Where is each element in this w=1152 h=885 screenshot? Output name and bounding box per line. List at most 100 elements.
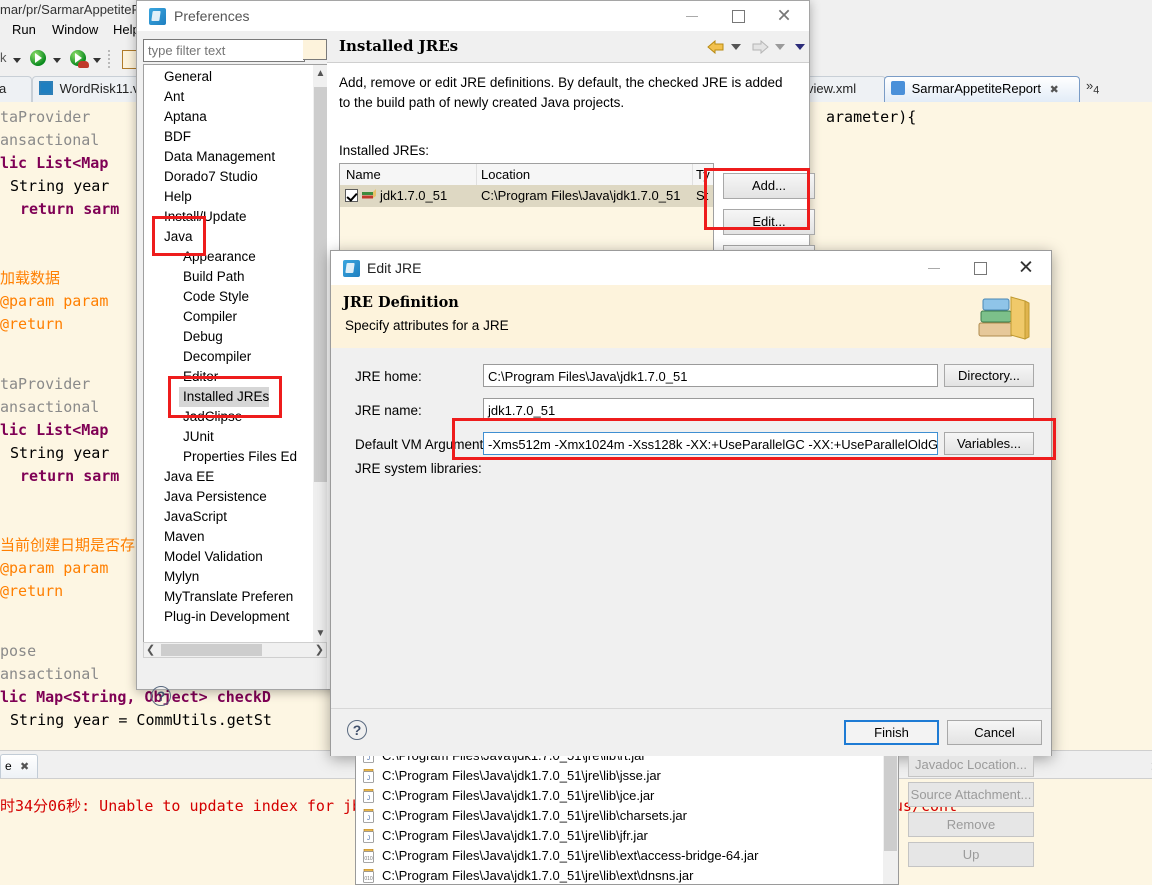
tree-item-data-management[interactable]: Data Management [160,147,275,167]
add-jre-button[interactable]: Add... [723,173,815,199]
svg-text:J: J [367,836,370,842]
editor-tab-a[interactable]: a [0,76,32,102]
scrollbar-thumb[interactable] [161,644,262,656]
filter-input[interactable] [144,40,304,61]
cancel-button[interactable]: Cancel [947,720,1042,745]
jar-icon: J [362,768,375,783]
jre-home-input[interactable]: C:\Program Files\Java\jdk1.7.0_51 [483,364,938,387]
toolbar-separator [108,50,112,68]
code-line: @param param [0,292,109,310]
minimize-button[interactable] [911,251,957,285]
tree-item-aptana[interactable]: Aptana [160,107,207,127]
up-button: Up [908,842,1034,867]
minimize-button[interactable] [669,1,715,31]
tree-horizontal-scrollbar[interactable]: ❮ ❯ [143,642,327,658]
code-line: String year = CommUtils.getSt [10,711,272,729]
toolbar-chevron-down-icon-1[interactable] [13,58,21,63]
jar-icon: J [362,788,375,803]
tree-item-properties-files-editor[interactable]: Properties Files Ed [179,447,297,467]
column-header-name[interactable]: Name [346,167,381,182]
back-history-chevron-down-icon[interactable] [731,44,741,50]
edit-jre-button[interactable]: Edit... [723,209,815,235]
tree-item-compiler[interactable]: Compiler [179,307,237,327]
maximize-button[interactable] [957,251,1003,285]
default-vm-arguments-input[interactable]: -Xms512m -Xmx1024m -Xss128k -XX:+UsePara… [483,432,938,455]
svg-text:010: 010 [364,856,373,862]
tree-item-bdf[interactable]: BDF [160,127,191,147]
close-button[interactable]: ✕ [761,1,807,31]
jre-home-label: JRE home: [355,369,422,384]
tree-item-jadclipse[interactable]: JadClipse [179,407,242,427]
close-icon[interactable]: ✖ [1050,83,1059,96]
tree-item-decompiler[interactable]: Decompiler [179,347,251,367]
scroll-down-icon[interactable]: ▼ [313,625,328,642]
menu-run[interactable]: Run [12,22,36,37]
help-icon[interactable]: ? [151,686,171,706]
toolbar-chevron-down-icon-3[interactable] [93,58,101,63]
help-icon[interactable]: ? [347,720,367,740]
jre-name-input[interactable]: jdk1.7.0_51 [483,398,1034,421]
tree-item-help[interactable]: Help [160,187,192,207]
terminate-all-icon[interactable]: ✖ [1148,757,1152,776]
forward-icon[interactable] [751,39,769,55]
preferences-title-bar[interactable]: Preferences ✕ [137,1,809,31]
menu-window[interactable]: Window [52,22,98,37]
editor-tab-overflow[interactable]: »4 [1086,78,1099,97]
tree-item-appearance[interactable]: Appearance [179,247,256,267]
run-icon[interactable] [30,50,46,66]
filter-input-wrapper[interactable] [143,39,305,62]
editor-tab-view-xml[interactable]: view.xml [800,76,886,102]
editor-tab-sarmar-appetite-report[interactable]: SarmarAppetiteReport ✖ [884,76,1080,102]
variables-button[interactable]: Variables... [944,432,1034,455]
tree-item-dorado7-studio[interactable]: Dorado7 Studio [160,167,258,187]
toolbar-truncated-icon[interactable]: k [0,50,7,65]
tree-item-installed-jres[interactable]: Installed JREs [179,387,270,407]
tree-item-mylyn[interactable]: Mylyn [160,567,199,587]
maximize-button[interactable] [715,1,761,31]
forward-history-chevron-down-icon[interactable] [775,44,785,50]
tree-item-java[interactable]: Java [160,227,193,247]
close-button[interactable]: ✕ [1003,251,1049,285]
tree-vertical-scrollbar[interactable]: ▲ ▼ [313,65,328,642]
jre-default-checkbox[interactable] [345,189,358,202]
tree-item-ant[interactable]: Ant [160,87,184,107]
tree-item-debug[interactable]: Debug [179,327,223,347]
scroll-up-icon[interactable]: ▲ [313,65,328,82]
code-line: lic List<Map [0,421,109,439]
filter-clear-area[interactable] [303,39,327,60]
scroll-left-icon[interactable]: ❮ [146,643,155,656]
finish-button[interactable]: Finish [844,720,939,745]
tree-item-code-style[interactable]: Code Style [179,287,249,307]
page-menu-chevron-down-icon[interactable] [795,44,805,50]
window-title-path: mar/pr/SarmarAppetiteR [0,2,141,17]
tree-item-model-validation[interactable]: Model Validation [160,547,263,567]
tree-item-plug-in-development[interactable]: Plug-in Development [160,607,289,627]
tree-item-junit[interactable]: JUnit [179,427,214,447]
preferences-help-button[interactable]: ? [151,686,173,708]
back-icon[interactable] [707,39,725,55]
editor-tab-wordrisk[interactable]: WordRisk11.v [32,76,144,102]
tree-item-maven[interactable]: Maven [160,527,205,547]
tree-item-general[interactable]: General [160,67,212,87]
edit-jre-help-button[interactable]: ? [347,720,369,742]
tree-item-javascript[interactable]: JavaScript [160,507,227,527]
table-row[interactable]: jdk1.7.0_51 C:\Program Files\Java\jdk1.7… [340,185,713,207]
toolbar-chevron-down-icon-2[interactable] [53,58,61,63]
edit-jre-dialog[interactable]: Edit JRE ✕ JRE Definition Specify attrib… [330,250,1052,885]
tree-item-install-update[interactable]: Install/Update [160,207,247,227]
preferences-tree[interactable]: General Ant Aptana BDF Data Management D… [143,64,329,643]
close-icon[interactable]: ✖ [20,760,29,773]
scroll-right-icon[interactable]: ❯ [315,643,324,656]
scrollbar-thumb[interactable] [884,741,897,851]
tree-item-java-persistence[interactable]: Java Persistence [160,487,267,507]
scrollbar-thumb[interactable] [314,87,327,482]
column-header-location[interactable]: Location [481,167,530,182]
tree-item-editor[interactable]: Editor [179,367,218,387]
column-header-type[interactable]: Ty [696,167,710,182]
tree-item-mytranslate-preferences[interactable]: MyTranslate Preferen [160,587,293,607]
directory-button[interactable]: Directory... [944,364,1034,387]
tree-item-build-path[interactable]: Build Path [179,267,245,287]
tree-item-java-ee[interactable]: Java EE [160,467,214,487]
jar-ext-icon: 010 [362,848,375,863]
edit-jre-title-bar[interactable]: Edit JRE ✕ [331,251,1051,285]
